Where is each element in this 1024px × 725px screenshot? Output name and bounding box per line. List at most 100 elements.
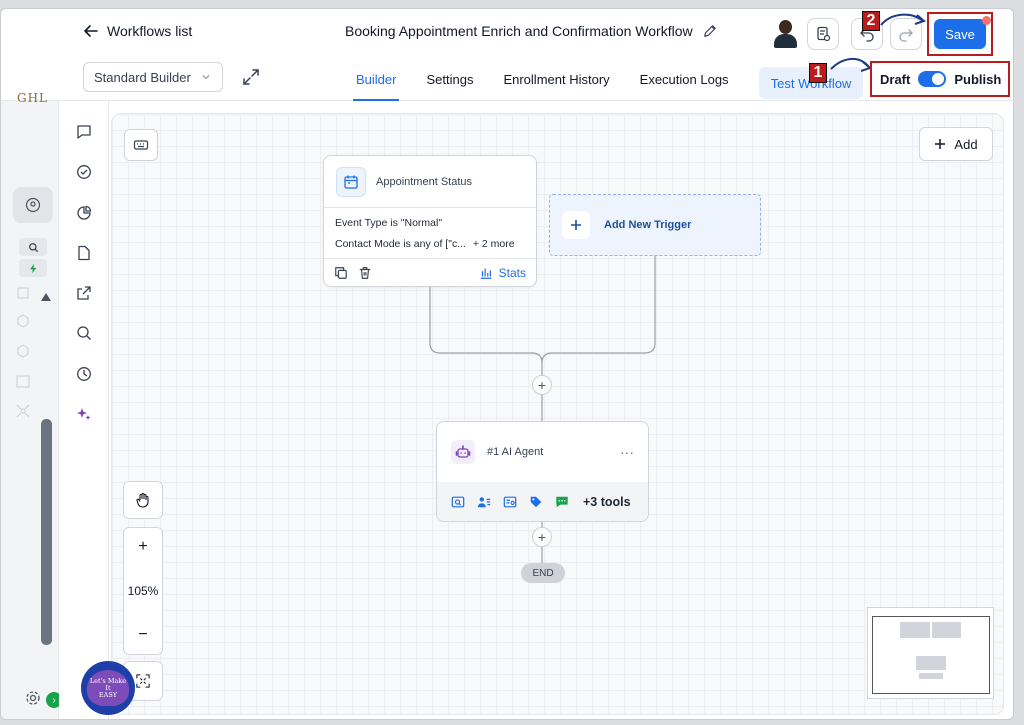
user-circle-icon xyxy=(25,197,41,213)
copy-icon[interactable] xyxy=(334,266,348,280)
comments-tool[interactable] xyxy=(74,122,94,142)
tab-execution-logs[interactable]: Execution Logs xyxy=(625,57,744,101)
lightning-icon xyxy=(29,263,36,273)
external-link-icon xyxy=(77,286,91,300)
add-new-trigger-card[interactable]: Add New Trigger xyxy=(549,194,761,256)
search-tool[interactable] xyxy=(74,323,94,343)
plus-icon xyxy=(571,220,581,230)
tab-settings[interactable]: Settings xyxy=(411,57,488,101)
pie-chart-icon xyxy=(77,205,92,220)
contact-list-icon[interactable] xyxy=(477,495,491,509)
publish-label: Publish xyxy=(954,71,1002,87)
zoom-in-button[interactable]: + xyxy=(138,538,147,556)
fit-screen-icon xyxy=(136,674,150,688)
lets-make-it-easy-logo: Let's Make It EASY xyxy=(81,661,135,715)
more-options-icon[interactable]: ··· xyxy=(620,444,634,460)
trigger-header: Appointment Status xyxy=(324,156,536,208)
zoom-controls: + 105% − xyxy=(123,527,163,655)
sidebar-item-faded-3[interactable] xyxy=(13,341,33,361)
annotation-badge-1: 1 xyxy=(809,63,827,83)
add-action-plus-2[interactable]: + xyxy=(532,527,552,547)
notes-tool[interactable] xyxy=(74,243,94,263)
logo-heart: Let's Make It EASY xyxy=(87,670,129,706)
calendar-icon xyxy=(344,175,358,189)
save-highlight-box: Save xyxy=(927,12,993,56)
builder-type-select[interactable]: Standard Builder xyxy=(83,62,223,92)
validation-tool[interactable] xyxy=(74,162,94,182)
external-link-tool[interactable] xyxy=(74,283,94,303)
zoom-out-button[interactable]: − xyxy=(138,626,147,644)
more-tools-label[interactable]: +3 tools xyxy=(583,495,631,509)
minimap-viewport[interactable] xyxy=(872,616,990,694)
trigger-card-appointment-status[interactable]: Appointment Status Event Type is "Normal… xyxy=(323,155,537,287)
triangle-up-icon[interactable] xyxy=(40,292,52,302)
keyboard-shortcuts-button[interactable] xyxy=(124,129,158,161)
publish-highlight-box: Draft Publish xyxy=(870,61,1010,97)
add-action-plus-1[interactable]: + xyxy=(532,375,552,395)
gear-icon[interactable] xyxy=(25,690,41,706)
redo-button[interactable] xyxy=(890,18,922,50)
robot-icon-box xyxy=(451,440,475,464)
stats-label: Stats xyxy=(498,265,526,280)
minimap[interactable] xyxy=(867,607,994,699)
ai-agent-tools: +3 tools xyxy=(437,482,648,521)
tag-icon[interactable] xyxy=(529,495,543,509)
app-window: Workflows list Booking Appointment Enric… xyxy=(0,8,1014,720)
add-label: Add xyxy=(954,136,978,152)
ai-agent-card[interactable]: #1 AI Agent ··· +3 tools xyxy=(436,421,649,522)
cube-icon xyxy=(17,314,29,328)
calendar-search-icon[interactable] xyxy=(503,495,517,509)
document-settings-icon xyxy=(817,26,831,42)
draft-label: Draft xyxy=(880,71,911,87)
builder-type-value: Standard Builder xyxy=(94,69,191,85)
box-icon xyxy=(17,287,29,299)
back-label: Workflows list xyxy=(107,23,193,39)
ai-assistant-tool[interactable] xyxy=(74,404,94,424)
sidebar-item-faded-2[interactable] xyxy=(13,311,33,331)
check-circle-icon xyxy=(77,165,91,179)
sidebar-search[interactable] xyxy=(19,238,47,256)
trigger-filter-2: Contact Mode is any of ["c... + 2 more xyxy=(324,238,536,250)
robot-icon xyxy=(455,445,471,458)
sidebar-scrollbar[interactable] xyxy=(41,419,52,645)
sparkles-icon xyxy=(77,408,91,420)
sidebar-item-contacts[interactable] xyxy=(13,187,53,223)
sidebar-item-faded-1[interactable] xyxy=(13,283,33,303)
trigger-title: Appointment Status xyxy=(376,175,473,188)
tab-builder[interactable]: Builder xyxy=(341,57,411,101)
search-icon xyxy=(77,326,91,340)
add-node-button[interactable]: Add xyxy=(919,127,993,161)
search-window-icon[interactable] xyxy=(451,495,465,509)
publish-toggle[interactable] xyxy=(918,71,947,87)
save-button[interactable]: Save xyxy=(934,19,986,49)
sidebar-quick-actions[interactable] xyxy=(19,259,47,277)
trash-icon[interactable] xyxy=(358,266,372,280)
chat-bubble-icon xyxy=(77,125,91,139)
bar-chart-icon xyxy=(480,268,491,279)
hand-icon xyxy=(136,492,149,508)
stats-button[interactable]: Stats xyxy=(479,266,526,280)
add-new-trigger-label: Add New Trigger xyxy=(604,219,692,231)
sms-icon[interactable] xyxy=(555,495,569,509)
cube-icon xyxy=(17,344,29,358)
back-to-workflows-link[interactable]: Workflows list xyxy=(83,23,192,39)
annotation-badge-2: 2 xyxy=(862,11,880,31)
workflow-report-button[interactable] xyxy=(807,18,839,50)
user-avatar[interactable] xyxy=(771,18,799,48)
top-bar: Workflows list Booking Appointment Enric… xyxy=(1,9,1013,57)
trigger-filter-2-text: Contact Mode is any of ["c... xyxy=(335,238,466,250)
pan-tool-button[interactable] xyxy=(123,481,163,519)
expand-icon[interactable] xyxy=(241,67,261,87)
search-icon xyxy=(28,242,38,252)
workflow-title-text: Booking Appointment Enrich and Confirmat… xyxy=(345,23,693,39)
trigger-footer: Stats xyxy=(324,258,536,286)
trigger-filter-more[interactable]: + 2 more xyxy=(473,238,515,250)
history-tool[interactable] xyxy=(74,364,94,384)
tab-enrollment-history[interactable]: Enrollment History xyxy=(488,57,624,101)
pencil-icon[interactable] xyxy=(703,24,717,38)
analytics-tool[interactable] xyxy=(74,203,94,223)
sidebar-item-faded-4[interactable] xyxy=(13,371,33,391)
trigger-filter-1: Event Type is "Normal" xyxy=(335,217,443,229)
zoom-level: 105% xyxy=(127,584,159,598)
sidebar-item-faded-5[interactable] xyxy=(13,401,33,421)
